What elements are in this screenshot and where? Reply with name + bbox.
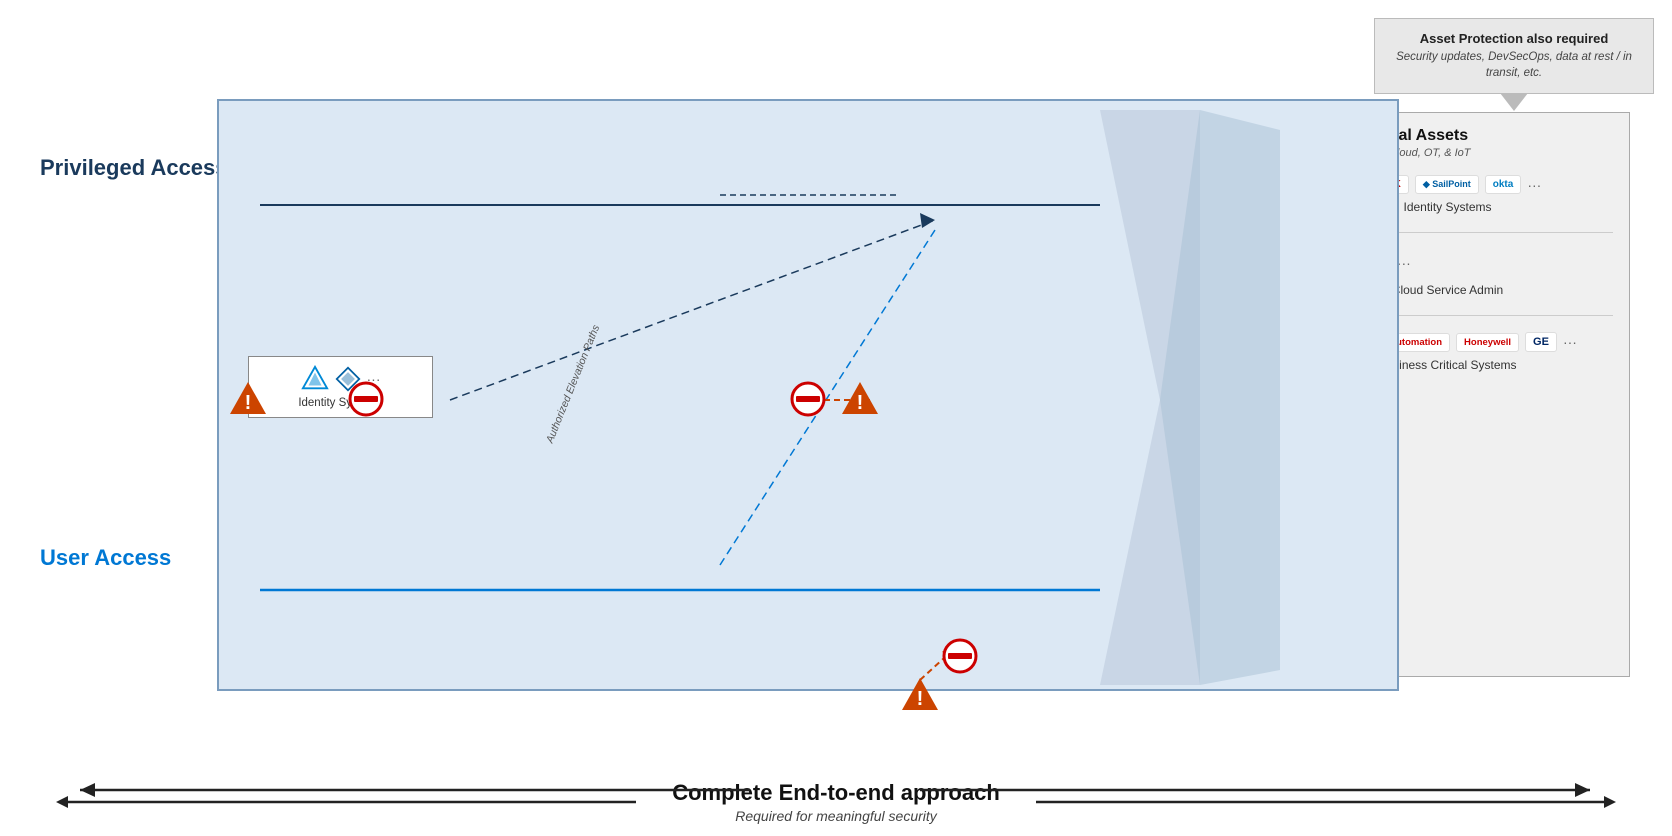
asset-protection-callout: Asset Protection also required Security …	[1374, 18, 1654, 94]
elevation-paths-text: Authorized Elevation Paths	[544, 323, 602, 444]
bca-subtitle: Across On-Premises, Cloud, OT, & IoT	[1282, 147, 1613, 159]
user-interface-icon	[1063, 542, 1128, 597]
bottom-section: Complete End-to-end approach Required fo…	[0, 780, 1672, 828]
user-access-label: User Access	[40, 545, 171, 571]
priv-devices-icon	[286, 155, 351, 210]
priv-devices-label: Devices/Workstations	[263, 210, 373, 222]
user-account-label: Account	[674, 595, 716, 607]
no-entry-bottom	[942, 638, 978, 679]
priv-account-icon-box: Account	[640, 158, 750, 220]
bottom-arrows-row: Complete End-to-end approach Required fo…	[0, 780, 1672, 824]
priv-interface-label: Interface	[1073, 207, 1118, 219]
user-intermediaries-icon-box: Intermediaries	[830, 542, 960, 609]
user-intermediaries-icon	[863, 542, 928, 597]
svg-text:!: !	[857, 392, 864, 414]
user-account-icon	[668, 545, 723, 595]
bca-panel: Business Critical Assets Across On-Premi…	[1265, 112, 1630, 677]
logo-cyberark: CYBERARK	[1336, 175, 1409, 194]
gcp-logo: G	[1363, 249, 1391, 277]
logo-ping: ◆ Ping	[1282, 175, 1330, 194]
warning-left: !	[228, 380, 268, 421]
user-account-icon-box: Account	[640, 545, 750, 607]
no-entry-left	[348, 381, 384, 422]
priv-interface-icon-box: Interface	[1040, 152, 1150, 219]
bottom-subtitle: Required for meaningful security	[646, 808, 1026, 824]
bca-cloud-logos: aws G ···	[1282, 249, 1613, 277]
bca-divider-1	[1282, 232, 1613, 233]
priv-intermediaries-label: Intermediaries	[859, 207, 932, 219]
user-devices-label: Devices/Workstations	[263, 600, 373, 612]
privileged-access-label: Privileged Access	[40, 155, 228, 181]
logo-ge: GE	[1525, 332, 1557, 352]
priv-interface-icon	[1063, 152, 1128, 207]
svg-text:!: !	[245, 392, 252, 414]
svg-text:G: G	[1373, 259, 1381, 270]
callout-subtitle: Security updates, DevSecOps, data at res…	[1393, 49, 1635, 81]
bca-cloud-label: Cloud Service Admin	[1282, 283, 1613, 297]
logo-more-2: ···	[1397, 255, 1411, 271]
no-entry-right-mid	[790, 381, 826, 422]
svg-text:!: !	[917, 688, 924, 710]
logo-rockwell: ◆ Rockwell Automation	[1328, 333, 1450, 352]
bca-bcs-section: ABB ◆ Rockwell Automation Honeywell GE ·…	[1282, 332, 1613, 372]
user-interface-icon-box: Interface	[1040, 542, 1150, 609]
user-interface-label: Interface	[1073, 597, 1118, 609]
bottom-title: Complete End-to-end approach	[646, 780, 1026, 806]
azure-identity-icon	[301, 365, 329, 393]
priv-account-label: Account	[674, 208, 716, 220]
bca-identity-section: ◆ Ping CYBERARK ◆ SailPoint okta ··· Ide…	[1282, 175, 1613, 214]
logo-more-1: ···	[1527, 177, 1541, 193]
bca-title: Business Critical Assets	[1282, 127, 1613, 145]
right-arrow	[1026, 792, 1626, 812]
logo-sailpoint: ◆ SailPoint	[1415, 175, 1479, 194]
bca-cloud-section: aws G ··· Cloud Service Admin	[1282, 249, 1613, 297]
bca-identity-label: Identity Systems	[1282, 200, 1613, 214]
user-devices-icon	[286, 545, 351, 600]
bca-bcs-logos: ABB ◆ Rockwell Automation Honeywell GE ·…	[1282, 332, 1613, 352]
priv-account-icon	[668, 158, 723, 208]
logo-okta: okta	[1485, 175, 1522, 194]
bca-divider-2	[1282, 315, 1613, 316]
identity-systems-box: ··· Identity Systems	[248, 356, 433, 418]
bca-bcs-label: Business Critical Systems	[1282, 358, 1613, 372]
callout-title: Asset Protection also required	[1393, 31, 1635, 46]
logo-more-3: ···	[1563, 334, 1577, 350]
azure-logo	[1282, 249, 1314, 277]
bottom-text-block: Complete End-to-end approach Required fo…	[646, 780, 1026, 824]
user-devices-icon-box: Devices/Workstations	[258, 545, 378, 612]
priv-devices-icon-box: Devices/Workstations	[258, 155, 378, 222]
warning-right: !	[840, 380, 880, 421]
left-arrow	[46, 792, 646, 812]
user-intermediaries-label: Intermediaries	[859, 597, 932, 609]
logo-honeywell: Honeywell	[1456, 333, 1519, 352]
logo-aws: aws	[1320, 253, 1357, 273]
priv-intermediaries-icon	[863, 152, 928, 207]
warning-bottom: !	[900, 676, 940, 717]
bca-identity-logos: ◆ Ping CYBERARK ◆ SailPoint okta ···	[1282, 175, 1613, 194]
logo-abb: ABB	[1282, 332, 1322, 352]
priv-intermediaries-icon-box: Intermediaries	[830, 152, 960, 219]
